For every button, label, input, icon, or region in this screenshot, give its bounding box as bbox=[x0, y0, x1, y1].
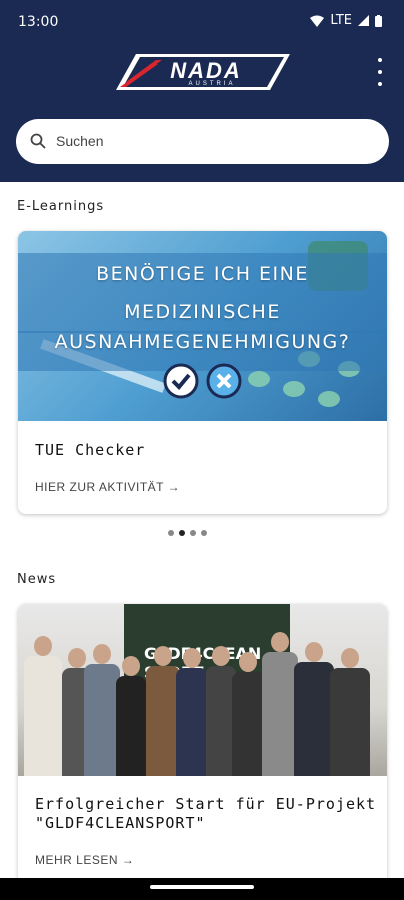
pager-dot[interactable] bbox=[190, 530, 196, 536]
pager-dot[interactable] bbox=[201, 530, 207, 536]
nada-logo: NADA AUSTRIA bbox=[116, 54, 290, 90]
news-photo: GLDF4CLEAN SPORT bbox=[18, 604, 387, 776]
check-icon bbox=[163, 363, 199, 399]
news-section-title: News bbox=[17, 572, 57, 587]
elearning-card-title: TUE Checker bbox=[35, 441, 146, 459]
cross-icon bbox=[206, 363, 242, 399]
news-card-title: Erfolgreicher Start für EU-Projekt "GLDF… bbox=[35, 795, 376, 833]
status-icons: LTE bbox=[310, 13, 382, 28]
status-bar: 13:00 LTE bbox=[0, 0, 404, 44]
banner-line-1: BENÖTIGE ICH EINE bbox=[96, 263, 309, 285]
app-header: 13:00 LTE NADA AUSTRIA Suchen bbox=[0, 0, 404, 182]
battery-icon bbox=[375, 14, 382, 27]
elearnings-section-title: E-Learnings bbox=[17, 199, 105, 214]
home-gesture-handle[interactable] bbox=[150, 885, 254, 889]
news-card[interactable]: GLDF4CLEAN SPORT Erfolgreicher Start für… bbox=[18, 604, 387, 894]
news-card-link[interactable]: MEHR LESEN → bbox=[35, 853, 134, 867]
pager-dot-active[interactable] bbox=[179, 530, 185, 536]
search-input[interactable]: Suchen bbox=[16, 119, 389, 164]
elearning-card-link[interactable]: HIER ZUR AKTIVITÄT → bbox=[35, 480, 180, 494]
pager-dot[interactable] bbox=[168, 530, 174, 536]
network-label: LTE bbox=[330, 13, 352, 28]
search-placeholder: Suchen bbox=[56, 133, 104, 149]
elearning-banner-image: BENÖTIGE ICH EINE MEDIZINISCHE AUSNAHMEG… bbox=[18, 231, 387, 421]
more-options-icon[interactable] bbox=[370, 58, 390, 86]
search-icon bbox=[30, 133, 46, 149]
system-nav-bar bbox=[0, 878, 404, 900]
banner-line-2: MEDIZINISCHE bbox=[124, 301, 281, 323]
news-title-line-1: Erfolgreicher Start für EU-Projekt bbox=[35, 795, 377, 813]
elearning-card-tue-checker[interactable]: BENÖTIGE ICH EINE MEDIZINISCHE AUSNAHMEG… bbox=[18, 231, 387, 514]
svg-text:AUSTRIA: AUSTRIA bbox=[188, 81, 235, 87]
signal-icon bbox=[358, 15, 369, 26]
banner-line-3: AUSNAHMEGENEHMIGUNG? bbox=[54, 331, 351, 353]
svg-text:NADA: NADA bbox=[170, 58, 242, 83]
carousel-pager bbox=[168, 530, 207, 536]
wifi-icon bbox=[310, 15, 325, 27]
status-time: 13:00 bbox=[18, 14, 59, 30]
news-title-line-2: "GLDF4CLEANSPORT" bbox=[35, 814, 206, 832]
